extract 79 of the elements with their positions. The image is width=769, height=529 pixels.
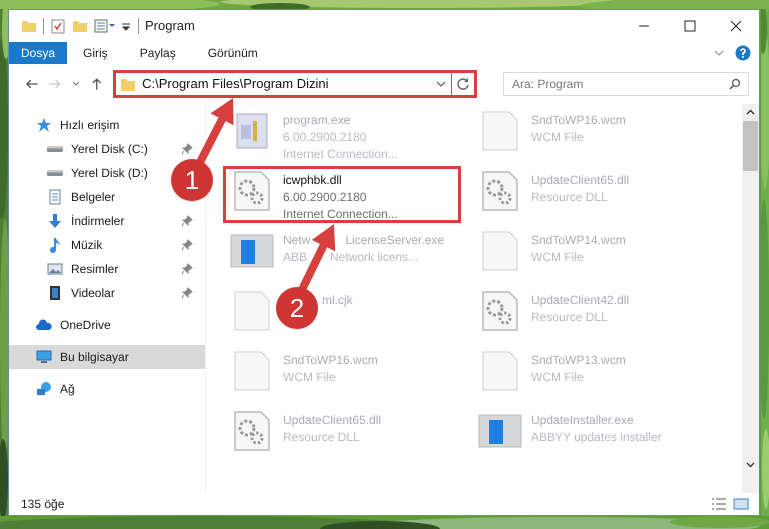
help-icon[interactable]	[735, 45, 751, 61]
ribbon-tab[interactable]: Giriş	[67, 42, 124, 64]
scroll-up-icon[interactable]	[746, 108, 755, 117]
file-name: UpdateInstaller.exe	[531, 412, 634, 429]
nav-item[interactable]: OneDrive	[36, 316, 111, 334]
file-name: UpdateClient65.dll	[283, 412, 382, 429]
file-name: icwphbk.dll	[283, 172, 342, 189]
ribbon-tab[interactable]: Görünüm	[192, 42, 274, 64]
pin-icon	[181, 215, 193, 227]
address-bar[interactable]: C:\Program Files\Program Dizini	[113, 70, 478, 98]
file-name: UpdateClient42.dll	[531, 292, 630, 309]
download-icon	[47, 213, 63, 229]
document-icon	[47, 189, 63, 205]
file-detail: Internet Connection...	[283, 206, 398, 223]
nav-item[interactable]: Yerel Disk (D:)	[47, 164, 148, 182]
file-detail: Resource DLL	[531, 189, 608, 206]
item-count: 135 öğe	[21, 496, 66, 513]
pin-icon	[181, 287, 193, 299]
file-name: ml.cjk	[322, 292, 353, 309]
film-icon	[47, 285, 63, 301]
nav-item[interactable]: Videolar	[47, 284, 115, 302]
file-detail: Resource DLL	[531, 309, 608, 326]
back-icon[interactable]	[25, 77, 38, 91]
nav-item[interactable]: Müzik	[47, 236, 102, 254]
close-icon	[730, 20, 742, 32]
file-name: LicenseServer.exe	[345, 232, 444, 249]
search-field[interactable]: Ara: Program	[503, 72, 749, 96]
drive-icon	[47, 170, 63, 176]
highlighted-file-item[interactable]: icwphbk.dll 6.00.2900.2180 Internet Connection...	[223, 166, 461, 223]
monitor-icon	[36, 349, 52, 365]
search-icon	[729, 78, 741, 90]
file-detail: WCM File	[531, 129, 584, 146]
file-detail: ABBYY updates installer	[531, 429, 662, 446]
maximize-icon	[684, 20, 696, 32]
window-title: Program	[145, 17, 196, 36]
cloud-icon	[36, 317, 52, 333]
details-view-icon[interactable]	[711, 496, 727, 512]
file-detail: Internet Connection...	[283, 146, 398, 163]
file-name: UpdateClient65.dll	[531, 172, 630, 189]
pictures-icon	[47, 261, 63, 277]
file-detail: WCM File	[531, 369, 584, 386]
nav-item[interactable]: Ağ	[36, 380, 75, 398]
nav-item[interactable]: Bu bilgisayar	[9, 345, 205, 369]
network-icon	[36, 381, 52, 397]
nav-item[interactable]: Belgeler	[47, 188, 116, 206]
file-detail: ABB	[283, 249, 308, 266]
file-detail: WCM File	[283, 369, 336, 386]
file-name: Netw	[283, 232, 310, 249]
folder-icon	[120, 76, 136, 92]
ribbon-tab[interactable]: Dosya	[9, 42, 68, 64]
up-icon[interactable]	[90, 77, 104, 91]
star-icon	[36, 117, 52, 133]
nav-item[interactable]: Yerel Disk (C:)	[47, 140, 148, 158]
file-detail: 6.00.2900.2180	[283, 129, 366, 146]
ribbon-tab[interactable]: Paylaş	[124, 42, 192, 64]
drive-icon	[47, 146, 63, 152]
properties-icon[interactable]	[50, 18, 66, 34]
chevron-down-icon[interactable]	[72, 80, 80, 88]
file-detail: Network licens...	[330, 249, 418, 266]
nav-item[interactable]: Hızlı erişim	[36, 116, 120, 134]
view-icon[interactable]	[94, 18, 116, 34]
pin-icon	[181, 263, 193, 275]
file-name: SndToWP16.wcm	[531, 112, 626, 129]
file-name: SndToWP16.wcm	[283, 352, 378, 369]
file-detail: WCM File	[531, 249, 584, 266]
file-name: SndToWP14.wcm	[531, 232, 626, 249]
scrollbar-thumb[interactable]	[743, 121, 758, 171]
address-path: C:\Program Files\Program Dizini	[142, 75, 330, 94]
file-detail: 6.00.2900.2180	[283, 189, 366, 206]
file-name: SndToWP13.wcm	[531, 352, 626, 369]
refresh-icon[interactable]	[456, 77, 470, 91]
tiles-view-icon[interactable]	[733, 496, 749, 512]
file-detail: Resource DLL	[283, 429, 360, 446]
nav-item[interactable]: İndirmeler	[47, 212, 124, 230]
file-name: program.exe	[283, 112, 350, 129]
nav-item[interactable]: Resimler	[47, 260, 118, 278]
pin-icon	[181, 143, 193, 155]
scroll-down-icon[interactable]	[746, 460, 755, 469]
pin-icon	[181, 239, 193, 251]
